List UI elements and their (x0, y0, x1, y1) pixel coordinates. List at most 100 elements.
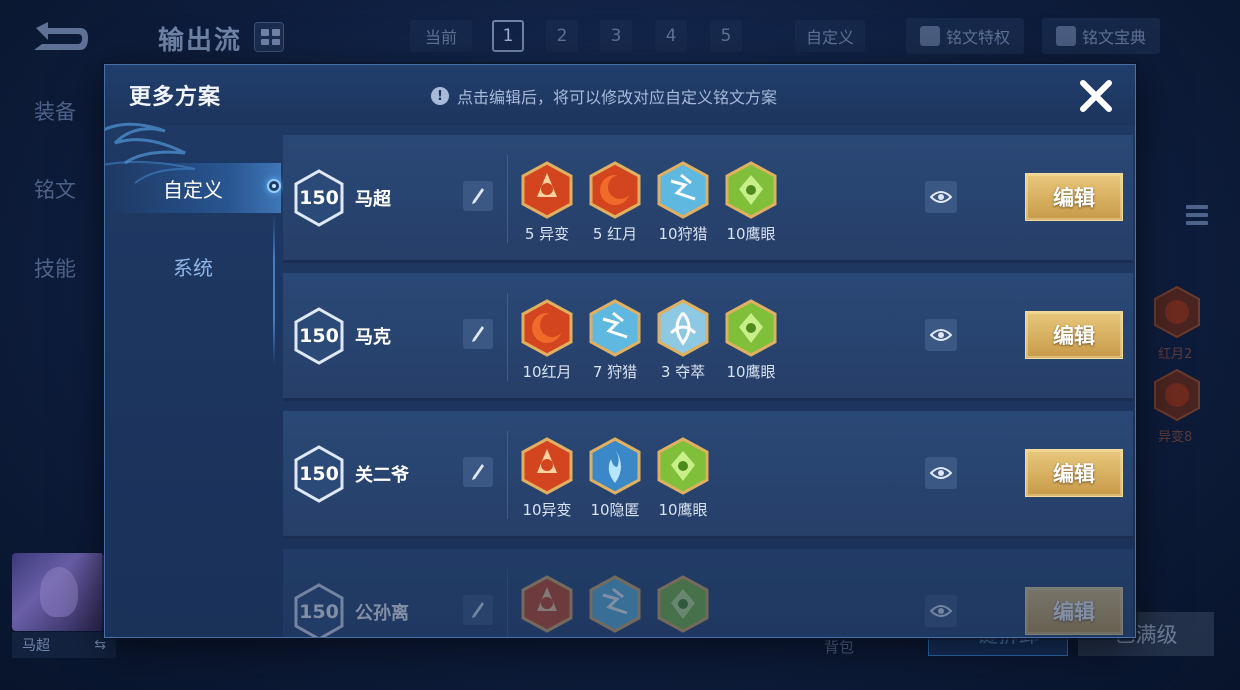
rune-slot[interactable] (519, 575, 575, 637)
rune-slot[interactable]: 7 狩猎 (587, 299, 643, 382)
right-rune-label-1: 红月2 (1158, 347, 1193, 362)
preview-button[interactable] (925, 457, 957, 489)
row-divider (507, 155, 508, 243)
plan-name: 马克 (355, 327, 391, 348)
rune-label: 10隐匿 (590, 501, 640, 519)
preview-button[interactable] (925, 181, 957, 213)
rune-slot[interactable]: 10红月 (519, 299, 575, 382)
preview-button[interactable] (925, 319, 957, 351)
row-divider (507, 431, 508, 519)
more-plans-modal: 更多方案 ! 点击编辑后，将可以修改对应自定义铭文方案 自定义 系统 150 马… (104, 64, 1136, 638)
level-badge: 150 (293, 583, 345, 637)
eagle-eye-rune-icon (657, 437, 709, 495)
nav-tab-custom[interactable]: 自定义 (105, 163, 281, 213)
mutation-rune-icon (521, 161, 573, 219)
side-tab-skills[interactable]: 技能 (34, 253, 76, 283)
level-badge: 150 (293, 445, 345, 503)
rune-label: 10鹰眼 (726, 225, 776, 243)
rune-label: 10鹰眼 (658, 501, 708, 519)
plan-type-nav: 自定义 系统 (105, 125, 281, 637)
rune-slot[interactable]: 5 异变 (519, 161, 575, 244)
plan-name: 关二爷 (355, 465, 409, 486)
back-arrow-icon[interactable] (28, 20, 92, 56)
eye-icon (930, 191, 952, 203)
page-tab-4[interactable]: 4 (655, 20, 687, 52)
plan-name: 马超 (355, 189, 391, 210)
page-tab-1[interactable]: 1 (492, 20, 524, 52)
page-tab-2[interactable]: 2 (546, 20, 578, 52)
preview-button[interactable] (925, 595, 957, 627)
mutation-rune-icon (1154, 368, 1200, 422)
rune-label: 10异变 (522, 501, 572, 519)
rename-button[interactable] (463, 181, 493, 211)
edit-button[interactable]: 编辑 (1025, 587, 1123, 635)
modal-hint: ! 点击编辑后，将可以修改对应自定义铭文方案 (431, 84, 777, 108)
codex-button[interactable]: 铭文宝典 (1042, 18, 1161, 54)
privilege-button[interactable]: 铭文特权 (906, 18, 1025, 54)
page-tab-5[interactable]: 5 (710, 20, 742, 52)
level-badge: 150 (293, 169, 345, 227)
extract-rune-icon (657, 299, 709, 357)
close-button[interactable] (1075, 75, 1117, 117)
rune-slot[interactable]: 10鹰眼 (723, 299, 779, 382)
rune-slot[interactable]: 10隐匿 (587, 437, 643, 520)
row-divider (507, 569, 508, 637)
stealth-rune-icon (589, 437, 641, 495)
edit-button[interactable]: 编辑 (1025, 311, 1123, 359)
red-moon-rune-icon (589, 161, 641, 219)
build-name: 输出流 (158, 26, 243, 56)
edit-button[interactable]: 编辑 (1025, 449, 1123, 497)
rune-slot[interactable]: 10异变 (519, 437, 575, 520)
eagle-eye-rune-icon (657, 575, 709, 633)
eagle-eye-rune-icon (725, 161, 777, 219)
hero-bar[interactable]: 马超 ⇆ (12, 632, 116, 658)
custom-tab[interactable]: 自定义 (795, 20, 865, 52)
plan-row: 150 马超 编辑 5 异变 5 红月 10狩猎 10鹰眼 (283, 135, 1133, 263)
rune-slot[interactable]: 10鹰眼 (723, 161, 779, 244)
mutation-rune-icon (521, 575, 573, 633)
eye-icon (930, 467, 952, 479)
hunt-rune-icon (657, 161, 709, 219)
rune-label: 10狩猎 (658, 225, 708, 243)
pencil-icon (472, 188, 484, 204)
plan-row: 150 马克 编辑 10红月 7 狩猎 3 夺萃 10鹰眼 (283, 273, 1133, 401)
page-tab-3[interactable]: 3 (600, 20, 632, 52)
list-icon[interactable] (1186, 205, 1208, 235)
nav-tab-system[interactable]: 系统 (105, 241, 281, 291)
pencil-icon (472, 326, 484, 342)
right-rune-label-2: 异变8 (1158, 430, 1193, 445)
close-icon (1080, 80, 1112, 112)
rune-slot[interactable]: 10狩猎 (655, 161, 711, 244)
rune-slot[interactable]: 10鹰眼 (655, 437, 711, 520)
edit-button[interactable]: 编辑 (1025, 173, 1123, 221)
rune-label: 5 异变 (524, 225, 570, 243)
grid-menu-icon[interactable] (254, 22, 284, 52)
book-icon (1056, 26, 1076, 46)
side-tab-runes[interactable]: 铭文 (34, 174, 76, 204)
hero-name: 马超 (22, 638, 50, 654)
rune-slot[interactable] (655, 575, 711, 637)
rune-slot[interactable]: 5 红月 (587, 161, 643, 244)
rename-button[interactable] (463, 595, 493, 625)
rune-label: 10红月 (522, 363, 572, 381)
level-value: 150 (299, 463, 339, 485)
side-tab-equipment[interactable]: 装备 (34, 96, 76, 126)
rename-button[interactable] (463, 457, 493, 487)
rename-button[interactable] (463, 319, 493, 349)
level-badge: 150 (293, 307, 345, 365)
eye-icon (930, 605, 952, 617)
rune-label: 10鹰眼 (726, 363, 776, 381)
modal-title: 更多方案 (129, 85, 222, 110)
rune-slot[interactable]: 3 夺萃 (655, 299, 711, 382)
plan-list: 150 马超 编辑 5 异变 5 红月 10狩猎 10鹰眼 150 马克 编辑 … (283, 135, 1133, 637)
level-value: 150 (299, 187, 339, 209)
red-moon-rune-icon (1154, 285, 1200, 339)
plan-row: 150 公孙离 编辑 (283, 549, 1133, 637)
rune-slot[interactable] (587, 575, 643, 637)
pencil-icon (472, 602, 484, 618)
eagle-eye-rune-icon (725, 299, 777, 357)
hunt-rune-icon (589, 575, 641, 633)
rune-label: 7 狩猎 (592, 363, 638, 381)
bag-label[interactable]: 背包 (824, 636, 854, 657)
hero-portrait[interactable] (12, 553, 104, 631)
